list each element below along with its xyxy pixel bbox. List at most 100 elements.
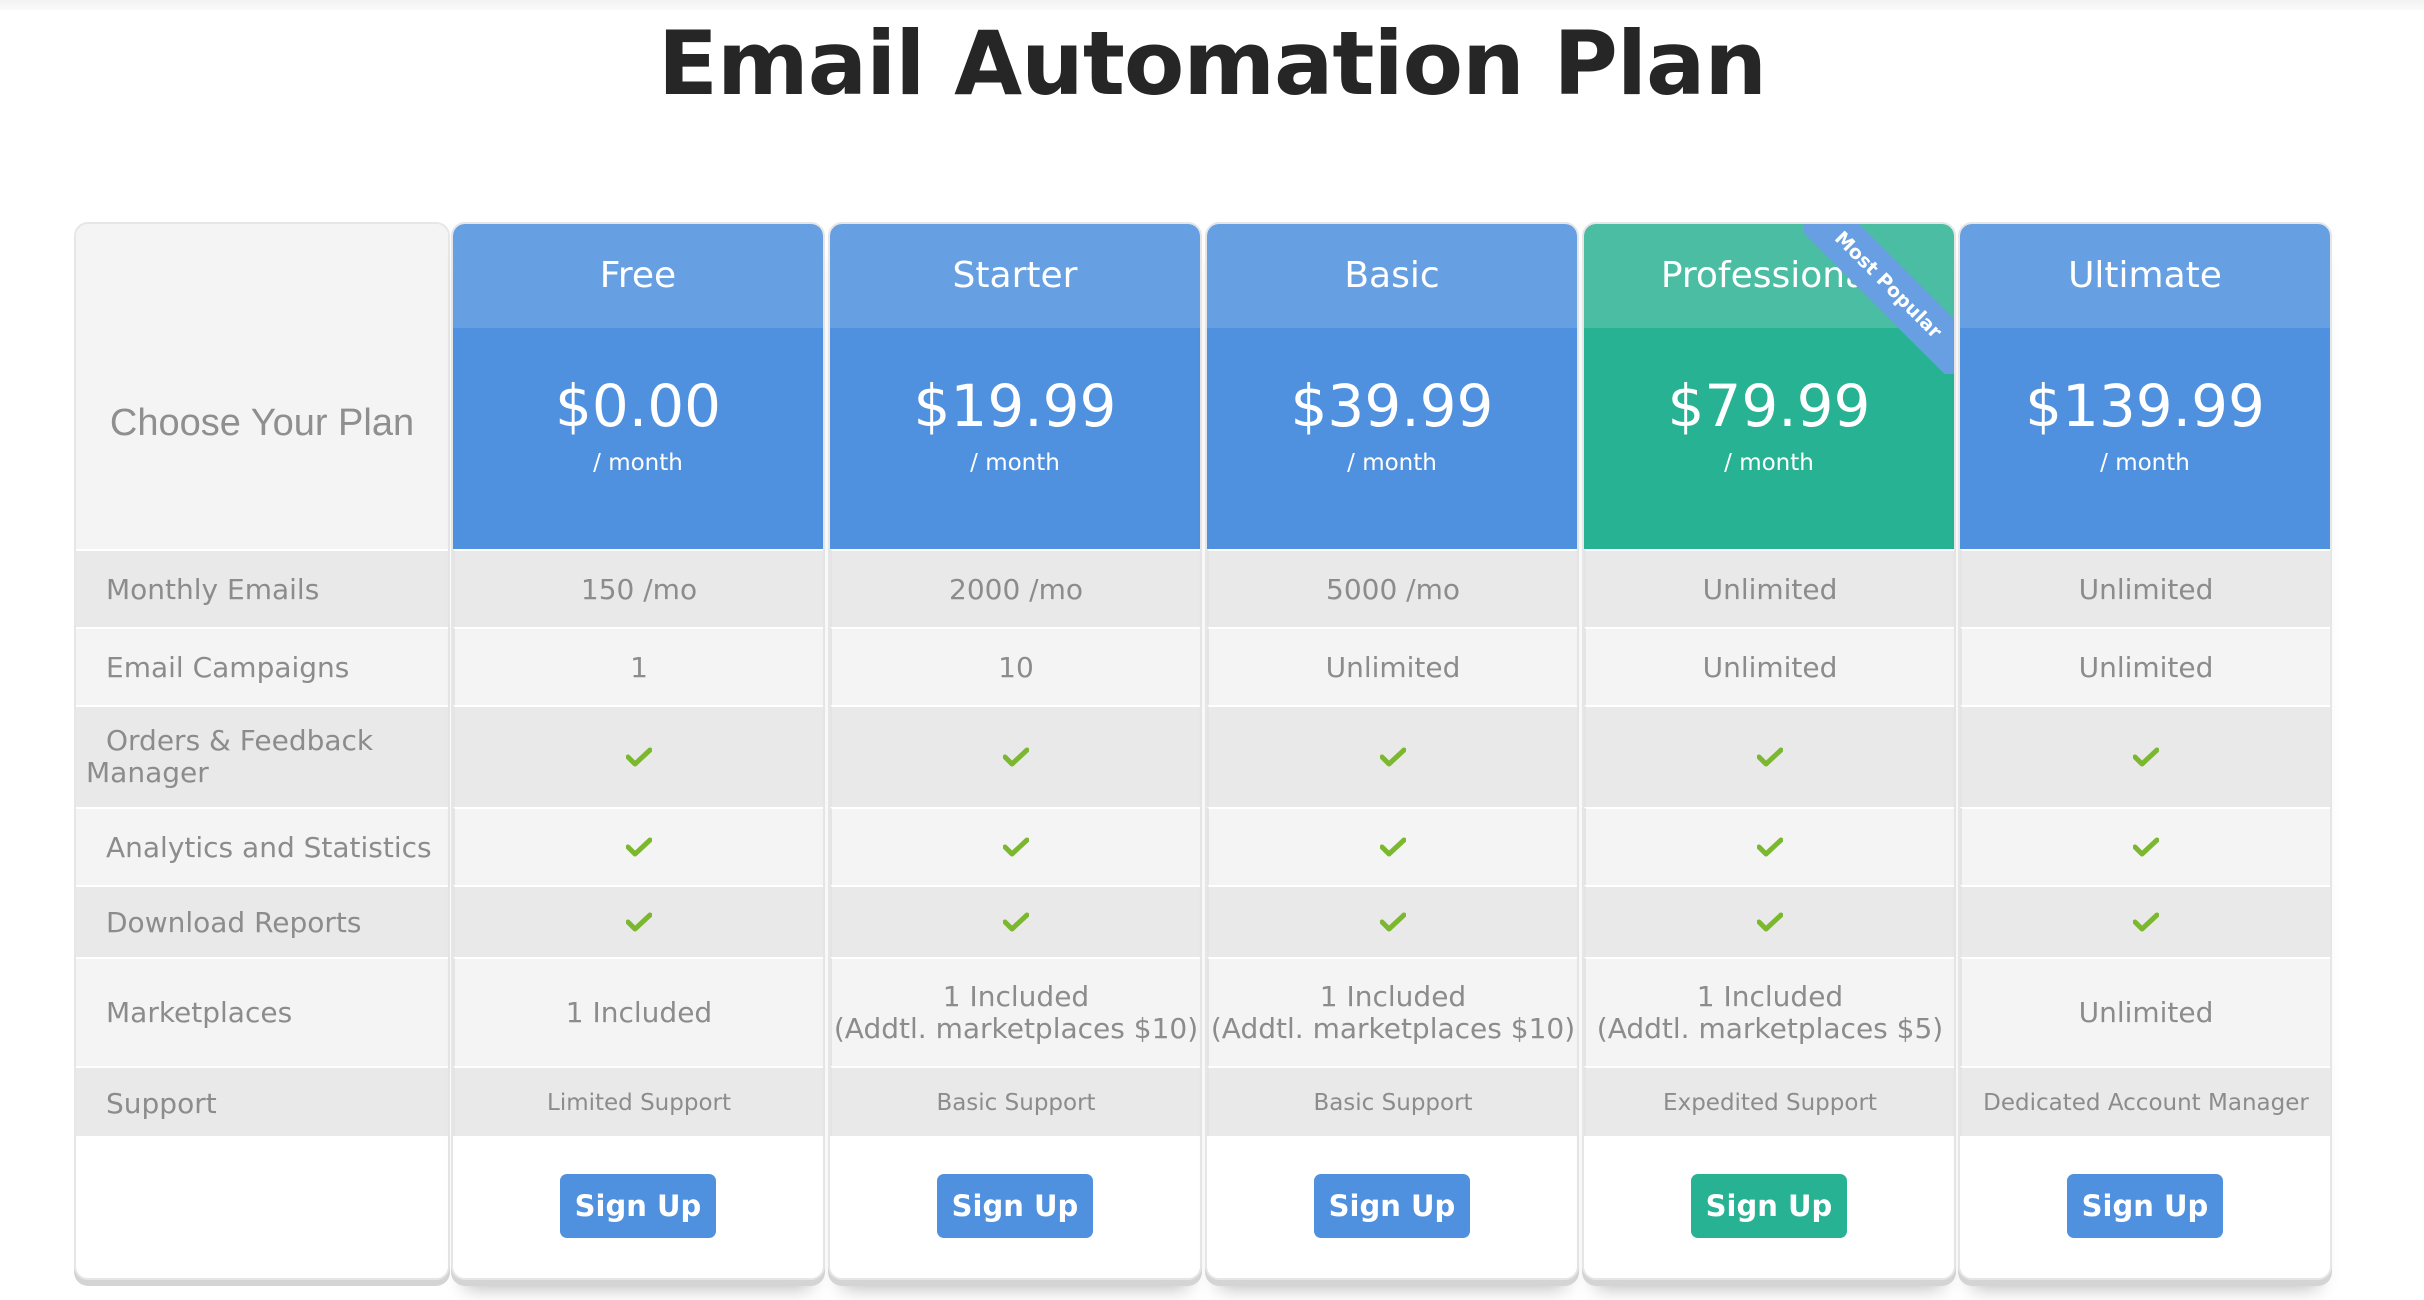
plan-price-box: $0.00 / month	[453, 328, 823, 549]
sign-up-button-starter[interactable]: Sign Up	[937, 1174, 1093, 1238]
cell-orders-feedback-manager	[453, 705, 823, 807]
feature-label-orders-feedback-manager: Orders & Feedback Manager	[76, 705, 448, 807]
page-title: Email Automation Plan	[657, 12, 1767, 115]
cell-marketplaces: 1 Included (Addtl. marketplaces $10)	[830, 957, 1200, 1066]
plan-price-box: $139.99 / month	[1960, 328, 2330, 549]
plan-price: $19.99	[913, 372, 1117, 440]
checkmark-icon	[1379, 905, 1407, 940]
marketplaces-text: 1 Included (Addtl. marketplaces $10)	[1210, 979, 1576, 1045]
checkmark-icon	[2132, 905, 2160, 940]
marketplaces-text: 1 Included	[565, 995, 713, 1029]
cell-monthly-emails: 2000 /mo	[830, 549, 1200, 627]
choose-your-plan-label: Choose Your Plan	[109, 402, 415, 444]
plan-column-free: Free $0.00 / month 150 /mo 1 1 Included Lim…	[451, 222, 825, 1280]
cell-download-reports	[1207, 885, 1577, 957]
most-popular-ribbon: Most Popular	[1804, 224, 1954, 374]
cell-marketplaces: 1 Included (Addtl. marketplaces $5)	[1584, 957, 1954, 1066]
label-header: Choose Your Plan	[76, 224, 448, 549]
feature-label-analytics-statistics: Analytics and Statistics	[76, 807, 448, 885]
feature-label-marketplaces: Marketplaces	[76, 957, 448, 1066]
cell-download-reports	[1960, 885, 2330, 957]
cell-monthly-emails: Unlimited	[1584, 549, 1954, 627]
plan-period: / month	[593, 450, 683, 476]
cell-marketplaces: 1 Included (Addtl. marketplaces $10)	[1207, 957, 1577, 1066]
plan-period: / month	[2100, 450, 2190, 476]
checkmark-icon	[1379, 740, 1407, 775]
label-footer	[76, 1136, 448, 1278]
cell-orders-feedback-manager	[1960, 705, 2330, 807]
cell-support: Expedited Support	[1584, 1066, 1954, 1138]
plan-footer: Sign Up	[453, 1136, 823, 1278]
plan-name: Free	[453, 224, 823, 328]
checkmark-icon	[2132, 740, 2160, 775]
checkmark-icon	[625, 830, 653, 865]
feature-label-email-campaigns: Email Campaigns	[76, 627, 448, 705]
plan-name: Ultimate	[1960, 224, 2330, 328]
plan-footer: Sign Up	[1584, 1136, 1954, 1278]
plan-period: / month	[970, 450, 1060, 476]
cell-orders-feedback-manager	[1207, 705, 1577, 807]
cell-email-campaigns: Unlimited	[1960, 627, 2330, 705]
plan-period: / month	[1724, 450, 1814, 476]
plan-column-starter: Starter $19.99 / month 2000 /mo 10 1 Inclu…	[828, 222, 1202, 1280]
plan-column-ultimate: Ultimate $139.99 / month Unlimited Unlimi…	[1958, 222, 2332, 1280]
cell-monthly-emails: 5000 /mo	[1207, 549, 1577, 627]
marketplaces-included: 1 Included	[1696, 979, 1844, 1013]
checkmark-icon	[1002, 830, 1030, 865]
sign-up-button-ultimate[interactable]: Sign Up	[2067, 1174, 2223, 1238]
marketplaces-included: Unlimited	[2078, 995, 2214, 1029]
pricing-table: Choose Your Plan Monthly Emails Email Cam…	[74, 222, 2332, 1282]
cell-analytics-statistics	[1960, 807, 2330, 885]
ribbon-wrap: Most Popular	[1804, 224, 1954, 374]
plan-price-box: $19.99 / month	[830, 328, 1200, 549]
feature-label-column: Choose Your Plan Monthly Emails Email Cam…	[74, 222, 450, 1280]
marketplaces-text: 1 Included (Addtl. marketplaces $5)	[1596, 979, 1944, 1045]
marketplaces-included: 1 Included	[565, 995, 713, 1029]
marketplaces-additional: (Addtl. marketplaces $10)	[833, 1011, 1199, 1045]
cell-monthly-emails: Unlimited	[1960, 549, 2330, 627]
marketplaces-text: Unlimited	[2078, 995, 2214, 1029]
cell-orders-feedback-manager	[830, 705, 1200, 807]
checkmark-icon	[625, 740, 653, 775]
sign-up-button-basic[interactable]: Sign Up	[1314, 1174, 1470, 1238]
cell-orders-feedback-manager	[1584, 705, 1954, 807]
feature-label-download-reports: Download Reports	[76, 885, 448, 957]
checkmark-icon	[1756, 830, 1784, 865]
marketplaces-additional: (Addtl. marketplaces $5)	[1596, 1011, 1944, 1045]
cell-analytics-statistics	[830, 807, 1200, 885]
cell-analytics-statistics	[1207, 807, 1577, 885]
sign-up-button-professional[interactable]: Sign Up	[1691, 1174, 1847, 1238]
plan-footer: Sign Up	[1207, 1136, 1577, 1278]
plan-price: $39.99	[1290, 372, 1494, 440]
marketplaces-text: 1 Included (Addtl. marketplaces $10)	[833, 980, 1199, 1045]
checkmark-icon	[1756, 905, 1784, 940]
checkmark-icon	[1756, 740, 1784, 775]
marketplaces-included: 1 Included	[1319, 979, 1467, 1013]
cell-email-campaigns: Unlimited	[1207, 627, 1577, 705]
sign-up-button-free[interactable]: Sign Up	[560, 1174, 716, 1238]
marketplaces-additional: (Addtl. marketplaces $10)	[1210, 1011, 1576, 1045]
checkmark-icon	[625, 905, 653, 940]
plan-name: Basic	[1207, 224, 1577, 328]
cell-monthly-emails: 150 /mo	[453, 549, 823, 627]
cell-download-reports	[830, 885, 1200, 957]
cell-marketplaces: Unlimited	[1960, 957, 2330, 1066]
checkmark-icon	[1379, 830, 1407, 865]
cell-support: Dedicated Account Manager	[1960, 1066, 2330, 1138]
cell-support: Basic Support	[1207, 1066, 1577, 1138]
cell-support: Limited Support	[453, 1066, 823, 1138]
checkmark-icon	[1002, 905, 1030, 940]
cell-download-reports	[453, 885, 823, 957]
checkmark-icon	[1002, 740, 1030, 775]
plan-footer: Sign Up	[1960, 1136, 2330, 1278]
feature-label-monthly-emails: Monthly Emails	[76, 549, 448, 627]
cell-download-reports	[1584, 885, 1954, 957]
cell-email-campaigns: 10	[830, 627, 1200, 705]
cell-support: Basic Support	[830, 1066, 1200, 1138]
cell-email-campaigns: Unlimited	[1584, 627, 1954, 705]
checkmark-icon	[2132, 830, 2160, 865]
plan-price: $79.99	[1667, 372, 1871, 440]
plan-footer: Sign Up	[830, 1136, 1200, 1278]
cell-analytics-statistics	[1584, 807, 1954, 885]
plan-period: / month	[1347, 450, 1437, 476]
